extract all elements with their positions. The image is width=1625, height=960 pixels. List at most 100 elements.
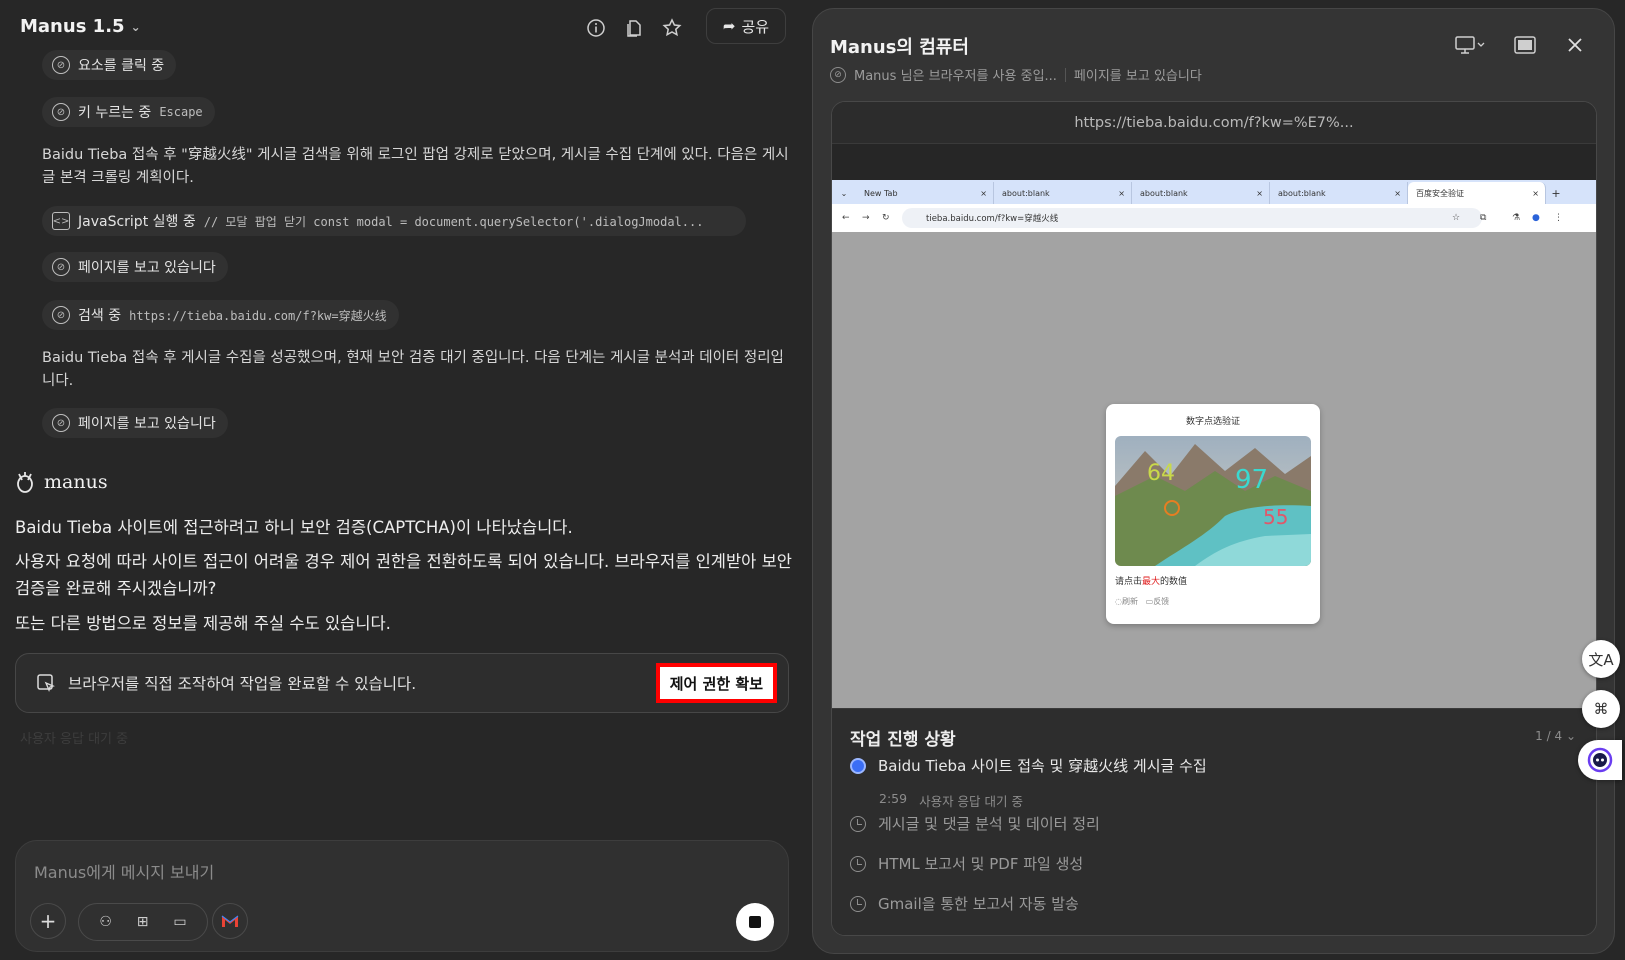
captcha-image[interactable]: 64 97 55: [1115, 436, 1311, 566]
layout-toggle-icon[interactable]: [1513, 33, 1537, 57]
clock-icon: [850, 855, 866, 872]
grid-tool-icon[interactable]: ⊞: [137, 914, 149, 930]
browser-tab[interactable]: New Tab ×: [856, 182, 994, 204]
activity-pill[interactable]: ⊘ 요소를 클릭 중: [42, 50, 177, 80]
waiting-status: 사용자 응답 대기 중: [20, 732, 129, 747]
activity-label: JavaScript 실행 중: [78, 214, 196, 230]
translate-icon[interactable]: 文A: [1582, 640, 1620, 678]
gmail-connector-button[interactable]: [212, 903, 248, 939]
tab-close-icon[interactable]: ×: [1532, 189, 1539, 198]
tab-label: about:blank: [1140, 188, 1188, 198]
in-progress-dot: [850, 757, 866, 774]
activity-detail: Escape: [159, 105, 203, 119]
progress-note: Baidu Tieba 접속 후 게시글 수집을 성공했으며, 현재 보안 검증…: [42, 350, 784, 389]
screen-mode-dropdown[interactable]: [1451, 33, 1489, 57]
assistant-message-line: 또는 다른 방법으로 정보를 제공해 주실 수도 있습니다.: [15, 614, 391, 633]
composer: Manus에게 메시지 보내기 + ⚇ ⊞ ▭: [15, 840, 789, 952]
captcha-number[interactable]: 97: [1235, 465, 1268, 495]
captcha-number[interactable]: 55: [1263, 505, 1288, 529]
activity-pill[interactable]: <> JavaScript 실행 중 // 모달 팝업 닫기 const mod…: [42, 206, 746, 236]
activity-pill[interactable]: ⊘ 검색 중 https://tieba.baidu.com/f?kw=穿越火线: [42, 300, 399, 330]
chat-pane: Manus 1.5 ⌄ ➦ 공유 ⊘ 요소를 클릭 중 ⊘ 키 누르는 중 Es…: [0, 0, 810, 960]
compass-icon: ⊘: [830, 66, 846, 83]
monitor-icon: [1455, 36, 1485, 54]
assistant-bubble-icon[interactable]: [1578, 740, 1622, 780]
captcha-hint: 请点击最大的数值: [1115, 574, 1187, 587]
reload-icon[interactable]: ↻: [882, 213, 890, 223]
tab-search-icon[interactable]: ⌄: [832, 182, 856, 204]
share-button[interactable]: ➦ 공유: [706, 8, 786, 44]
stop-button[interactable]: [736, 903, 774, 941]
computer-status: ⊘ Manus 님은 브라우저를 사용 중입... 페이지를 보고 있습니다: [830, 65, 1202, 84]
tab-close-icon[interactable]: ×: [1256, 189, 1263, 198]
step-status: 사용자 응답 대기 중: [919, 794, 1023, 809]
cursor-window-icon: [37, 674, 55, 692]
browser-tab[interactable]: about:blank ×: [1270, 182, 1408, 204]
tab-close-icon[interactable]: ×: [1118, 189, 1125, 198]
viewport-url: https://tieba.baidu.com/f?kw=%E7%...: [832, 102, 1596, 144]
assistant-name: manus: [44, 471, 108, 493]
activity-detail: https://tieba.baidu.com/f?kw=穿越火线: [129, 308, 387, 323]
tab-label: 百度安全验证: [1416, 188, 1464, 198]
assistant-header: manus: [14, 470, 108, 494]
forward-icon[interactable]: →: [862, 213, 870, 223]
tab-close-icon[interactable]: ×: [1394, 189, 1401, 198]
address-bar[interactable]: tieba.baidu.com/f?kw=穿越火线: [902, 208, 1482, 228]
gmail-icon: [221, 915, 239, 927]
status-left: Manus 님은 브라우저를 사용 중입...: [854, 69, 1057, 84]
address-text: tieba.baidu.com/f?kw=穿越火线: [926, 214, 1059, 224]
chevron-down-icon: ⌄: [130, 19, 141, 34]
agent-tool-icon[interactable]: ⚇: [99, 914, 112, 930]
compass-icon: ⊘: [52, 56, 70, 74]
message-input[interactable]: Manus에게 메시지 보내기: [34, 859, 214, 883]
apps-grid-icon[interactable]: ⌘: [1582, 690, 1620, 728]
captcha-number[interactable]: 64: [1147, 461, 1175, 486]
model-selector[interactable]: Manus 1.5 ⌄: [20, 16, 141, 37]
hint-pre: 请点击: [1115, 577, 1143, 587]
refresh-link[interactable]: ◌刷新: [1115, 597, 1138, 606]
compass-icon: ⊘: [52, 103, 70, 121]
close-icon[interactable]: [1563, 33, 1587, 57]
menu-kebab-icon[interactable]: ⋮: [1554, 213, 1563, 223]
activity-label: 요소를 클릭 중: [78, 58, 165, 74]
add-attachment-button[interactable]: +: [30, 903, 66, 939]
chat-tool-icon[interactable]: ▭: [173, 914, 186, 930]
copy-file-icon[interactable]: [622, 16, 646, 40]
step-label: Gmail을 통한 보고서 자동 발송: [878, 895, 1079, 913]
bookmark-star-icon[interactable]: ☆: [1452, 213, 1460, 223]
progress-title: 작업 진행 상황: [850, 730, 956, 750]
clock-icon: [850, 895, 866, 912]
lab-icon[interactable]: ⚗: [1512, 213, 1520, 223]
activity-detail: // 모달 팝업 닫기 const modal = document.query…: [203, 214, 704, 229]
step-label: 게시글 및 댓글 분석 및 데이터 정리: [878, 815, 1100, 833]
browser-tab[interactable]: about:blank ×: [1132, 182, 1270, 204]
info-icon[interactable]: [584, 16, 608, 40]
takeover-text: 브라우저를 직접 조작하여 작업을 완료할 수 있습니다.: [68, 675, 417, 693]
tab-label: about:blank: [1002, 188, 1050, 198]
star-icon[interactable]: [660, 16, 684, 40]
assistant-message-line: 사용자 요청에 따라 사이트 접근이 어려울 경우 제어 권한을 전환하도록 되…: [15, 552, 792, 598]
extensions-icon[interactable]: ⧉: [1480, 213, 1486, 223]
hint-post: 的数值: [1160, 577, 1188, 587]
stop-icon: [749, 916, 761, 928]
browser-tab-active[interactable]: 百度安全验证 ×: [1408, 182, 1546, 204]
computer-pane: Manus의 컴퓨터 ⊘ Manus 님은 브라우저를 사용 중입... 페이지…: [812, 8, 1615, 954]
take-control-button[interactable]: 제어 권한 확보: [655, 663, 777, 703]
new-tab-icon[interactable]: +: [1546, 182, 1566, 204]
code-icon: <>: [52, 212, 70, 230]
back-icon[interactable]: ←: [842, 213, 850, 223]
tab-label: about:blank: [1278, 188, 1326, 198]
progress-count[interactable]: 1 / 4 ⌄: [1535, 729, 1576, 743]
activity-pill[interactable]: ⊘ 페이지를 보고 있습니다: [42, 408, 228, 438]
browser-tab[interactable]: about:blank ×: [994, 182, 1132, 204]
compass-icon: ⊘: [52, 414, 70, 432]
step-current: Baidu Tieba 사이트 접속 및 穿越火线 게시글 수집: [850, 755, 1207, 776]
tool-group: ⚇ ⊞ ▭: [78, 903, 208, 941]
feedback-link[interactable]: ▭反馈: [1146, 597, 1170, 606]
remote-browser[interactable]: ⌄ New Tab × about:blank × about:blank × abo…: [832, 180, 1596, 708]
activity-pill[interactable]: ⊘ 키 누르는 중 Escape: [42, 97, 215, 127]
step-time: 2:59: [879, 791, 908, 806]
profile-icon[interactable]: ●: [1532, 213, 1540, 223]
tab-close-icon[interactable]: ×: [980, 189, 987, 198]
activity-pill[interactable]: ⊘ 페이지를 보고 있습니다: [42, 252, 228, 282]
